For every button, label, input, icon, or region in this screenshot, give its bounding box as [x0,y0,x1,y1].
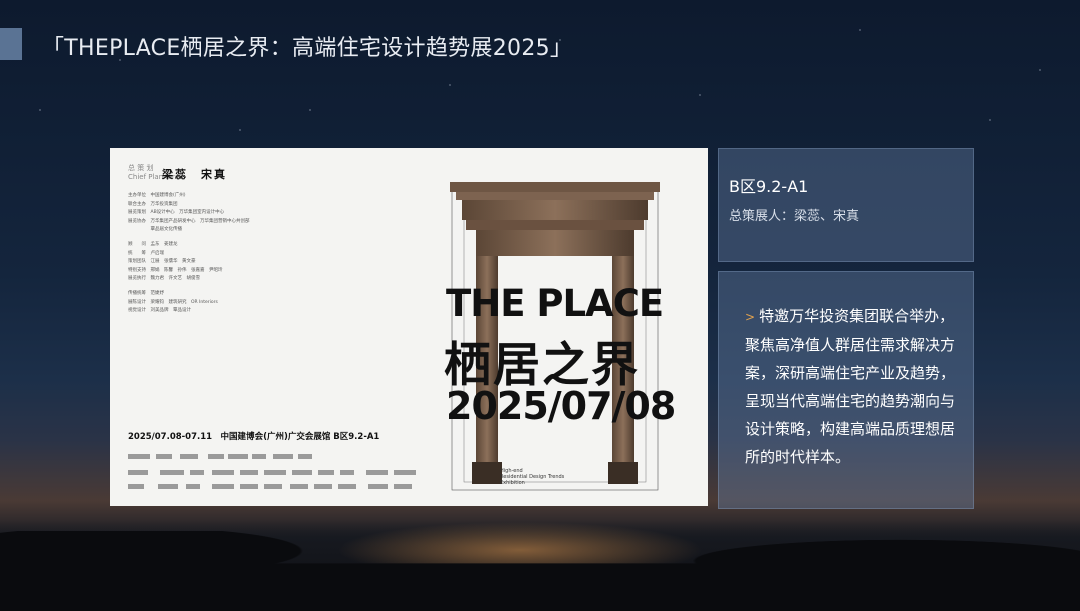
sponsor-logo [290,484,308,489]
credit-row: 主办单位 中国建博会(广州) [128,193,186,198]
chief-curator: 总策展人：梁蕊、宋真 [729,209,860,224]
poster-planners: 梁蕊 宋真 [162,168,227,181]
hills-silhouette [0,531,1080,611]
credit-row: 特别支持 邢娟 陈馨 孙伟 张嘉嘉 尹昭玲 [128,267,223,273]
description-text-block: > 特邀万华投资集团联合举办，聚焦高净值人群居住需求解决方案，深研高端住宅产业及趋… [745,302,955,471]
poster-big-date: 2025/07/08 [446,384,676,428]
credit-row: 展览策划 AB设计中心 万华集团室内设计中心 [128,210,225,216]
sponsor-logo [394,484,412,489]
sponsor-logo [298,454,312,459]
poster-exhibition-en: High-end Residential Design Trends Exhib… [500,468,565,486]
sponsor-logos [128,448,438,496]
credit-row: 展览执行 魏力君 许文艺 胡俊雪 [128,276,200,282]
credit-row: 策划团队 江展 张儒华 黄文豪 [128,259,196,265]
sponsor-logo [318,470,334,475]
poster-date-venue: 2025/07.08-07.11 中国建博会(广州)广交会展馆 B区9.2-A1 [128,432,380,442]
sponsor-logo [190,470,204,475]
booth-info-card: B区9.2-A1 总策展人：梁蕊、宋真 [718,148,974,262]
title-accent-bar [0,28,22,60]
sponsor-logo [264,470,286,475]
sponsor-logo [160,470,184,475]
sponsor-logo [128,484,144,489]
sponsor-logo [212,484,234,489]
page-title: 「THEPLACE栖居之界：高端住宅设计趋势展2025」 [42,36,573,61]
sponsor-logo [368,484,388,489]
sponsor-logo [186,484,200,489]
sponsor-logo [158,484,178,489]
credit-row: 传播统筹 范婕妤 [128,290,164,296]
sponsor-logo [338,484,356,489]
sponsor-logo [212,470,234,475]
poster-credit-list: 主办单位 中国建博会(广州) 联合主办 万华投资集团 展览策划 AB设计中心 万… [128,192,268,316]
chevron-right-icon: > [745,310,756,324]
credit-row: 视觉设计 刘美品牌 覃品设计 [128,308,191,314]
credit-row: 顾 问 孟东 姜建龙 [128,241,178,247]
description-card: > 特邀万华投资集团联合举办，聚焦高净值人群居住需求解决方案，深研高端住宅产业及趋… [718,271,974,509]
exhibition-poster-image: 总 策 划 Chief Planner 梁蕊 宋真 主办单位 中国建博会(广州)… [110,148,708,506]
credit-row: 统 筹 卢启瑞 [128,250,164,256]
sponsor-logo [128,454,150,459]
credit-row: 联合主办 万华投资集团 [128,201,178,207]
description-text: 特邀万华投资集团联合举办，聚焦高净值人群居住需求解决方案，深研高端住宅产业及趋势… [745,307,956,466]
sponsor-logo [252,454,266,459]
sponsor-logo [366,470,388,475]
sponsor-logo [228,454,248,459]
sponsor-logo [240,484,258,489]
sponsor-logo [340,470,354,475]
sponsor-logo [180,454,198,459]
sponsor-logo [208,454,224,459]
credit-row: 展陈设计 梁耀钧 建筑研究 OR Interiors [128,299,218,305]
sponsor-logo [314,484,332,489]
sponsor-logo [264,484,282,489]
sponsor-logo [240,470,258,475]
credit-row: 覃品居文化传播 [128,227,182,233]
sponsor-logo [292,470,312,475]
sponsor-logo [128,470,148,475]
credit-row: 展览协办 万华集团产品研发中心 万华集团营销中心共创部 [128,218,250,224]
sponsor-logo [394,470,416,475]
sponsor-logo [156,454,172,459]
poster-brand-en: THE PLACE [446,282,664,325]
booth-number: B区9.2-A1 [729,177,809,196]
sponsor-logo [273,454,293,459]
